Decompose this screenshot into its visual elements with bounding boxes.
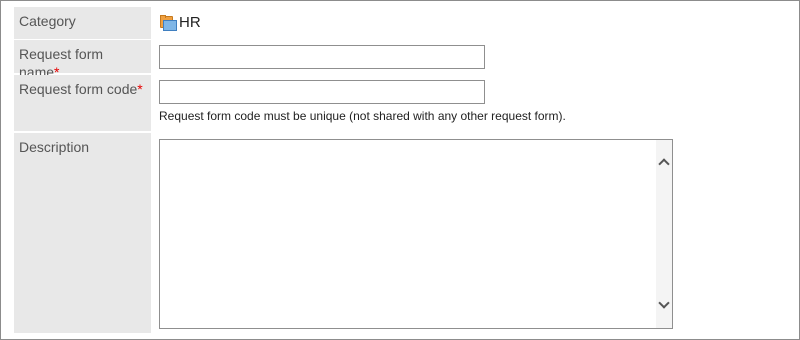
description-textarea[interactable] bbox=[159, 139, 673, 329]
description-scrollbar[interactable] bbox=[656, 140, 672, 328]
category-label-text: Category bbox=[19, 13, 76, 29]
request-form-name-label: Request form name* bbox=[14, 40, 151, 80]
category-name: HR bbox=[179, 14, 201, 31]
request-form-code-hint: Request form code must be unique (not sh… bbox=[159, 109, 566, 123]
request-form-code-label: Request form code* bbox=[14, 75, 151, 131]
category-value: HR bbox=[159, 14, 201, 31]
chevron-down-icon[interactable] bbox=[656, 297, 672, 314]
form-panel: Category HR Request form name* Request f… bbox=[0, 0, 800, 340]
description-label: Description bbox=[14, 133, 151, 333]
folder-icon bbox=[159, 14, 178, 31]
required-mark: * bbox=[137, 81, 143, 97]
request-form-code-input[interactable] bbox=[159, 80, 485, 104]
request-form-name-row: Request form name* bbox=[14, 40, 794, 80]
request-form-name-input[interactable] bbox=[159, 45, 485, 69]
category-label: Category bbox=[14, 7, 151, 39]
request-form-code-row: Request form code* Request form code mus… bbox=[14, 75, 794, 131]
chevron-up-icon[interactable] bbox=[656, 154, 672, 170]
description-row: Description bbox=[14, 133, 794, 333]
request-form-code-label-text: Request form code bbox=[19, 81, 138, 97]
description-label-text: Description bbox=[19, 139, 90, 155]
category-row: Category HR bbox=[14, 7, 794, 39]
